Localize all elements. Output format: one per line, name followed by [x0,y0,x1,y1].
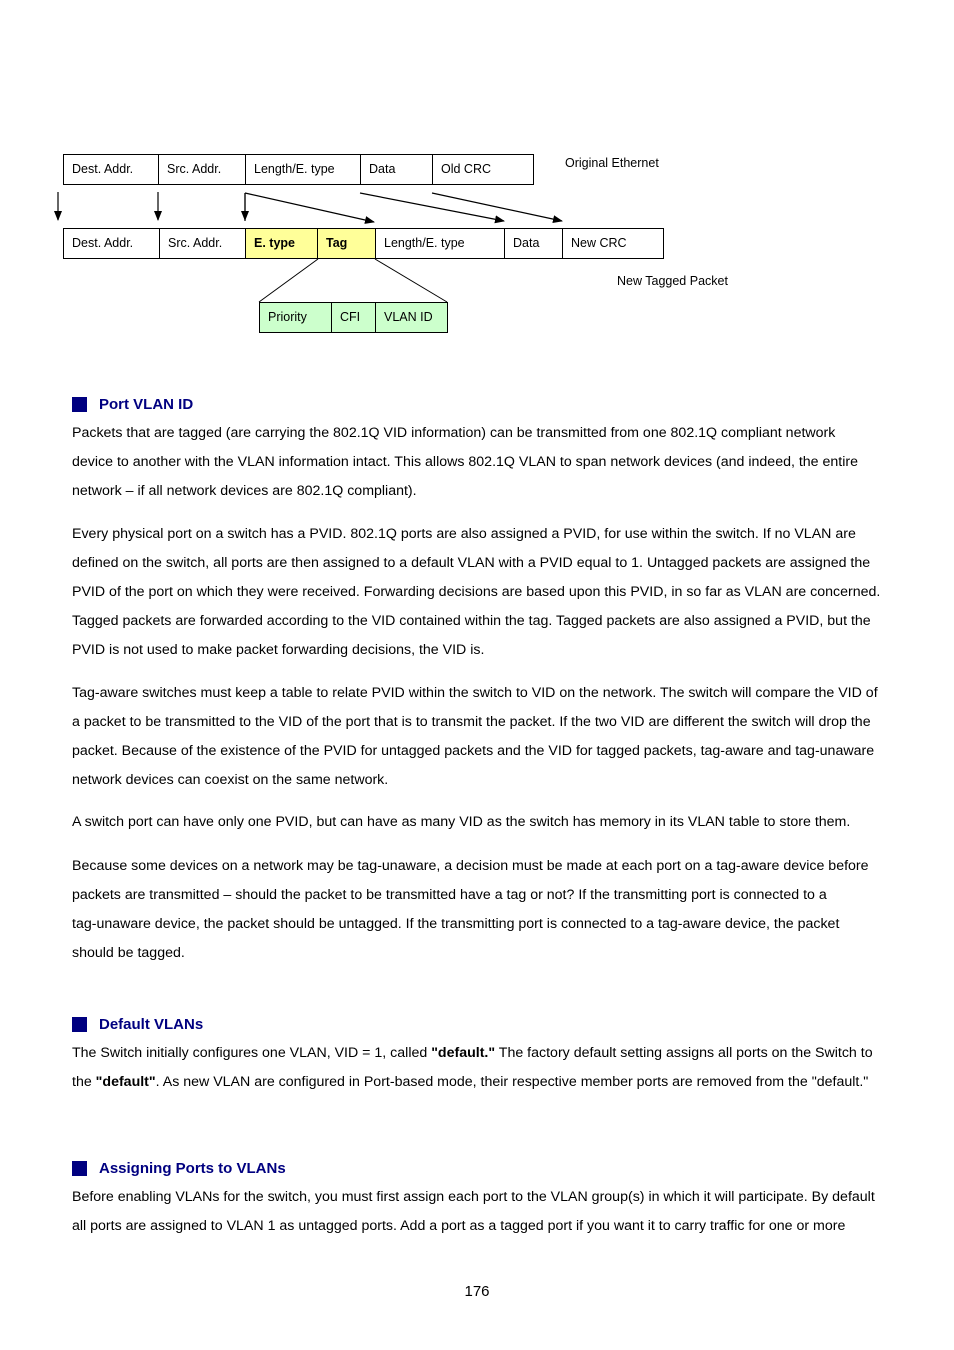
diagram-arrows [54,192,563,303]
paragraph: Tag-aware switches must keep a table to … [72,679,892,795]
text-line: the "default". As new VLAN are configure… [72,1068,892,1097]
text-line: The Switch initially configures one VLAN… [72,1039,892,1068]
paragraph: Because some devices on a network may be… [72,852,892,968]
text-line: A switch port can have only one PVID, bu… [72,814,851,830]
section-title: Assigning Ports to VLANs [99,1160,286,1177]
text-line: network – if all network devices are 802… [72,482,417,499]
section-title: Port VLAN ID [99,396,194,413]
text-line: device to another with the VLAN informat… [72,453,859,470]
text-run: The Switch initially configures one VLAN… [72,1045,432,1061]
bullet-square-icon [72,1017,87,1032]
text-line: Packets that are tagged (are carrying th… [72,425,836,441]
arrow-length [244,192,375,224]
section-title: Default VLANs [99,1016,204,1033]
paragraph: A switch port can have only one PVID, bu… [72,808,892,837]
arrow-data [359,192,505,224]
text-line: network devices can coexist on the same … [72,771,389,788]
text-line: packets are transmitted – should the pac… [72,886,827,903]
bold-text: "default" [95,1073,156,1090]
bullet-square-icon [72,1161,87,1176]
text-run: . As new VLAN are configured in Port-bas… [155,1073,869,1090]
text-line: should be tagged. [72,944,185,961]
text-line: tag-unaware device, the packet should be… [72,915,840,932]
text-line: PVID is not used to make packet forwardi… [72,641,485,658]
bullet-square-icon [72,397,87,412]
text-line: Tag-aware switches must keep a table to … [72,685,878,701]
paragraph: Every physical port on a switch has a PV… [72,520,892,665]
paragraph: The Switch initially configures one VLAN… [72,1039,892,1097]
page-number: 176 [464,1283,490,1300]
paragraph: Packets that are tagged (are carrying th… [72,419,892,506]
section-heading-port-vlan-id: Port VLAN ID [72,396,193,413]
arrow-crc [431,192,563,224]
text-line: defined on the switch, all ports are the… [72,554,871,571]
section-heading-default-vlans: Default VLANs [72,1016,203,1033]
tag-expand-left [258,258,319,303]
text-line: Before enabling VLANs for the switch, yo… [72,1189,875,1205]
text-line: Tagged packets are forwarded according t… [72,612,871,629]
text-line: Every physical port on a switch has a PV… [72,526,856,542]
text-line: packet. Because of the existence of the … [72,742,875,759]
paragraph: Before enabling VLANs for the switch, yo… [72,1183,892,1241]
vlan-tag-diagram: Dest. Addr. Src. Addr. Length/E. type Da… [0,0,954,360]
tag-expand-right [374,258,448,303]
section-heading-assigning-ports: Assigning Ports to VLANs [72,1160,286,1177]
text-line: all ports are assigned to VLAN 1 as unta… [72,1217,846,1234]
text-line: Because some devices on a network may be… [72,858,869,874]
text-run: the [72,1073,96,1090]
text-line: PVID of the port on which they were rece… [72,583,881,600]
bold-text: "default." [431,1045,496,1061]
text-line: a packet to be transmitted to the VID of… [72,713,871,730]
text-run: The factory default setting assigns all … [495,1045,873,1061]
